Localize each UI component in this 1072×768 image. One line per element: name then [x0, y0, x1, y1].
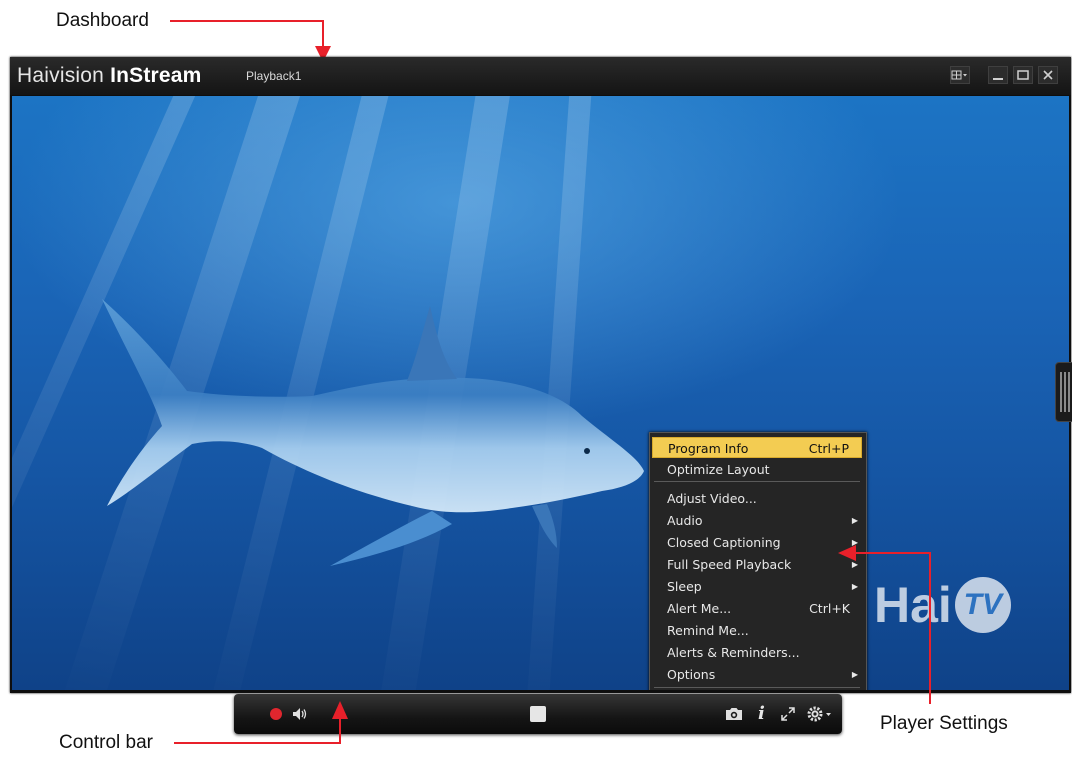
menu-item-label: Alerts & Reminders...: [667, 645, 800, 660]
side-panel-handle[interactable]: [1055, 362, 1072, 422]
player-settings-menu: Program Info Ctrl+P Optimize Layout Adjust …: [649, 432, 867, 690]
player-window: Haivision InStream Playback1 Hai TV Prog…: [10, 57, 1072, 693]
submenu-arrow-icon: ▶: [851, 582, 858, 591]
settings-callout-arrowhead: [838, 545, 856, 561]
stop-icon[interactable]: [529, 705, 547, 723]
minimize-button[interactable]: [988, 66, 1008, 84]
haitv-watermark: Hai TV: [874, 576, 1011, 634]
record-icon[interactable]: [269, 707, 283, 721]
menu-item-label: Optimize Layout: [667, 462, 770, 477]
layout-button[interactable]: [950, 66, 970, 84]
menu-item-label: Program Info: [668, 441, 749, 456]
settings-callout-line: [855, 552, 931, 554]
menu-item-options[interactable]: Options ▶: [652, 664, 862, 685]
menu-separator: [654, 481, 860, 482]
settings-callout-line-vertical: [929, 552, 931, 704]
menu-item-full-speed-playback[interactable]: Full Speed Playback ▶: [652, 554, 862, 575]
menu-item-adjust-video[interactable]: Adjust Video...: [652, 488, 862, 509]
menu-item-label: Audio: [667, 513, 703, 528]
submenu-arrow-icon: ▶: [851, 516, 858, 525]
info-icon[interactable]: i: [758, 703, 765, 724]
minimize-icon: [993, 78, 1003, 80]
control-bar-callout-line-vertical: [339, 718, 341, 744]
control-bar-callout-arrowhead: [332, 701, 348, 719]
volume-icon[interactable]: [292, 707, 308, 721]
maximize-button[interactable]: [1013, 66, 1033, 84]
menu-item-label: Options: [667, 667, 716, 682]
menu-item-closed-captioning[interactable]: Closed Captioning ▶: [652, 532, 862, 553]
dashboard-titlebar: Haivision InStream Playback1: [10, 57, 1071, 95]
control-bar-callout-line: [174, 742, 341, 744]
close-icon: [1043, 70, 1053, 80]
menu-item-sleep[interactable]: Sleep ▶: [652, 576, 862, 597]
fullscreen-icon[interactable]: [780, 706, 796, 722]
layout-icon: [951, 70, 967, 80]
camera-icon[interactable]: [725, 707, 743, 721]
menu-item-alerts-reminders[interactable]: Alerts & Reminders...: [652, 642, 862, 663]
menu-item-program-info[interactable]: Program Info Ctrl+P: [652, 437, 862, 458]
menu-item-label: Alert Me...: [667, 601, 732, 616]
menu-item-label: Sleep: [667, 579, 702, 594]
menu-item-alert-me[interactable]: Alert Me... Ctrl+K: [652, 598, 862, 619]
playback-title: Playback1: [246, 69, 302, 83]
control-bar-callout-label: Control bar: [59, 732, 153, 753]
video-area[interactable]: Hai TV Program Info Ctrl+P Optimize Layout A…: [12, 96, 1069, 690]
maximize-icon: [1017, 70, 1029, 80]
app-logo: Haivision InStream: [17, 64, 202, 87]
settings-icon[interactable]: [806, 705, 834, 723]
dashboard-callout-label: Dashboard: [56, 10, 149, 31]
menu-item-label: Remind Me...: [667, 623, 749, 638]
menu-item-label: Full Speed Playback: [667, 557, 792, 572]
menu-separator: [654, 687, 860, 688]
menu-item-shortcut: Ctrl+P: [808, 441, 849, 456]
close-button[interactable]: [1038, 66, 1058, 84]
menu-item-remind-me[interactable]: Remind Me...: [652, 620, 862, 641]
player-settings-callout-label: Player Settings: [880, 713, 1008, 734]
menu-item-optimize-layout[interactable]: Optimize Layout: [652, 459, 862, 480]
menu-item-label: Closed Captioning: [667, 535, 781, 550]
dashboard-callout-line: [170, 20, 324, 22]
control-bar: i: [234, 694, 842, 734]
menu-item-shortcut: Ctrl+K: [809, 601, 850, 616]
menu-item-audio[interactable]: Audio ▶: [652, 510, 862, 531]
submenu-arrow-icon: ▶: [851, 670, 858, 679]
menu-item-label: Adjust Video...: [667, 491, 757, 506]
